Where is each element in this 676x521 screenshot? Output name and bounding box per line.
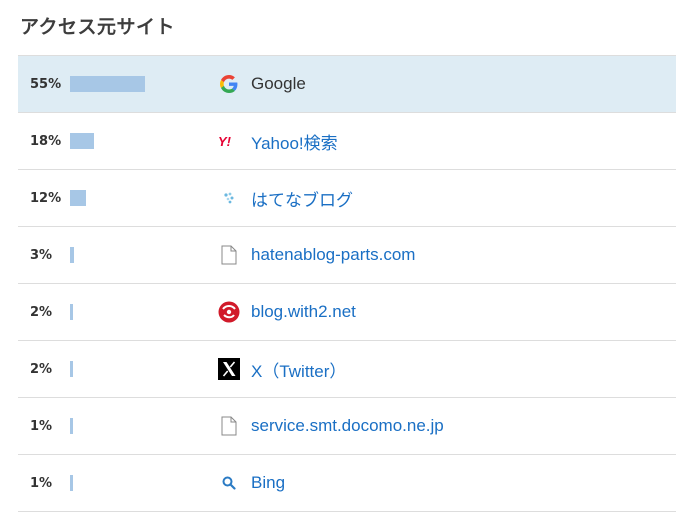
yahoo-icon: Y!: [218, 130, 240, 152]
referrer-row-hatenablog-parts: 3% hatenablog-parts.com: [18, 227, 676, 284]
percent-bar: [70, 475, 73, 491]
referrer-row-docomo: 1% service.smt.docomo.ne.jp: [18, 398, 676, 455]
referrer-link[interactable]: はてなブログ: [251, 186, 353, 211]
percent-label: 55%: [30, 76, 62, 92]
section-title: アクセス元サイト: [20, 16, 176, 38]
svg-text:Y!: Y!: [218, 134, 232, 148]
referrer-name: Google: [251, 74, 306, 93]
percent-bar: [70, 304, 73, 320]
referrer-link[interactable]: hatenablog-parts.com: [251, 245, 415, 265]
percent-bar: [70, 133, 94, 149]
referrer-link[interactable]: X（Twitter）: [251, 357, 346, 382]
referrer-row-hatena: 12% はてなブログ: [18, 170, 676, 227]
percent-bar: [70, 418, 73, 434]
percent-bar: [70, 361, 73, 377]
percent-label: 2%: [30, 361, 53, 377]
referrer-row-yahoo: 18% Y! Yahoo!検索: [18, 113, 676, 170]
blogranking-icon: [218, 301, 240, 323]
percent-bar: [70, 76, 145, 92]
referrer-row-bing: 1% Bing: [18, 455, 676, 512]
percent-label: 2%: [30, 304, 53, 320]
referrer-link[interactable]: Bing: [251, 473, 285, 493]
referrer-row-with2: 2% blog.with2.net: [18, 284, 676, 341]
percent-bar: [70, 247, 74, 263]
percent-label: 1%: [30, 418, 53, 434]
percent-label: 3%: [30, 247, 53, 263]
document-icon: [218, 415, 240, 437]
referrer-row-x: 2% X（Twitter）: [18, 341, 676, 398]
referrer-row-google: 55% Google: [18, 56, 676, 113]
referrer-link[interactable]: blog.with2.net: [251, 302, 356, 322]
percent-label: 18%: [30, 133, 62, 149]
document-icon: [218, 244, 240, 266]
percent-bar: [70, 190, 86, 206]
x-icon: [218, 358, 240, 380]
bing-search-icon: [218, 472, 240, 494]
hatena-blog-icon: [218, 187, 240, 209]
percent-label: 12%: [30, 190, 62, 206]
referrer-link[interactable]: service.smt.docomo.ne.jp: [251, 416, 444, 436]
google-icon: [218, 73, 240, 95]
percent-label: 1%: [30, 475, 53, 491]
referrer-link[interactable]: Yahoo!検索: [251, 129, 338, 154]
referrer-table: 55% Google 18% Y! Yahoo!検索 12% はてなブログ 3%…: [18, 55, 676, 512]
